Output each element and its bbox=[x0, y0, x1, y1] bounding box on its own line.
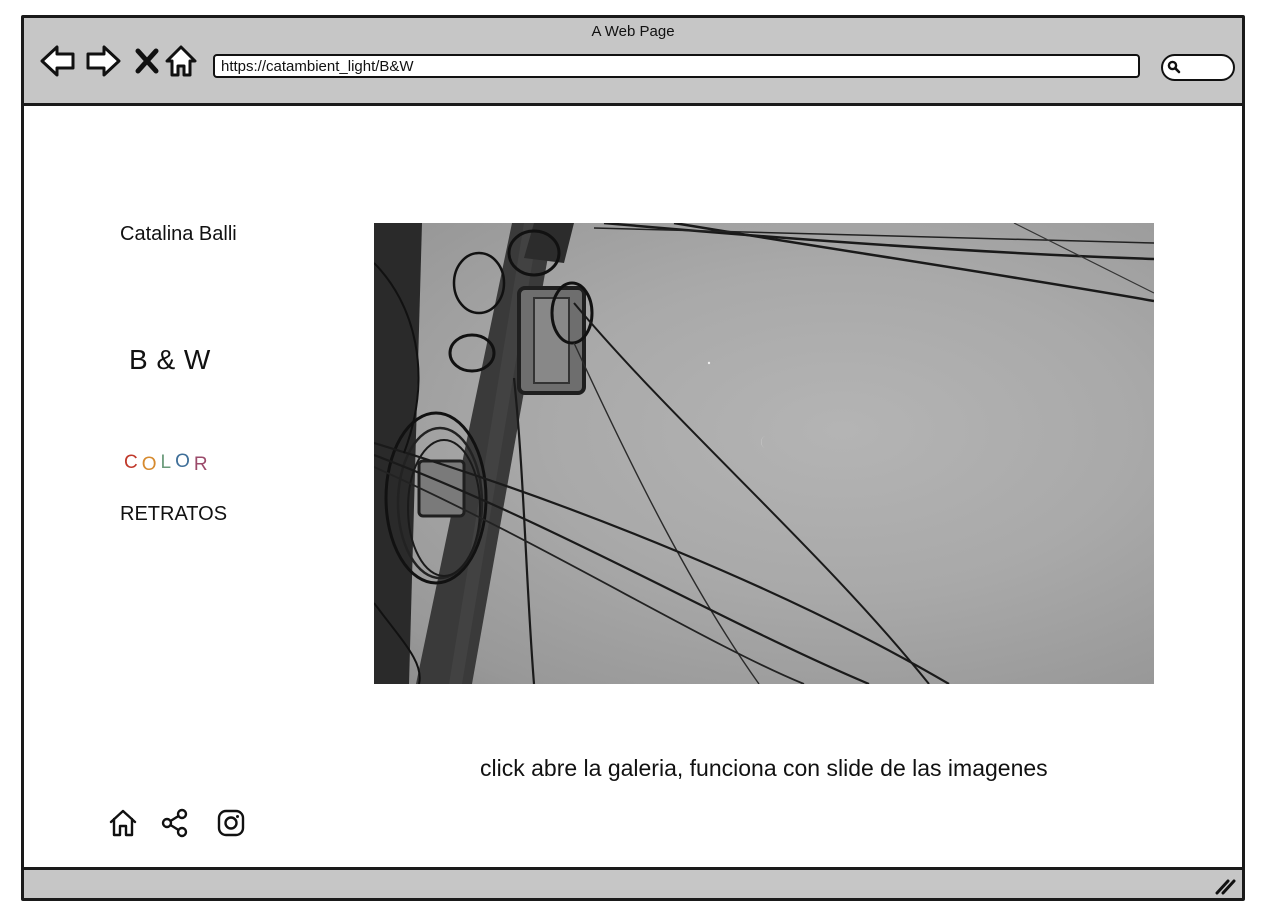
gallery-photo[interactable] bbox=[374, 223, 1154, 684]
color-letter: R bbox=[193, 454, 212, 475]
footer-instagram-link[interactable] bbox=[214, 806, 248, 840]
footer-share-link[interactable] bbox=[158, 806, 192, 840]
share-icon bbox=[161, 808, 188, 838]
instagram-icon bbox=[217, 809, 245, 837]
stop-button[interactable] bbox=[128, 42, 166, 80]
browser-titlebar: A Web Page bbox=[24, 18, 1242, 106]
home-button[interactable] bbox=[162, 42, 200, 80]
nav-link-color[interactable]: COLOR bbox=[124, 451, 212, 475]
browser-window: A Web Page https://catambient_light/B&W … bbox=[21, 15, 1245, 901]
home-icon bbox=[109, 809, 137, 837]
nav-link-bw[interactable]: B & W bbox=[129, 344, 211, 376]
home-icon bbox=[165, 45, 197, 77]
author-name: Catalina Balli bbox=[120, 223, 237, 245]
color-letter: O bbox=[175, 451, 194, 472]
window-title: A Web Page bbox=[591, 23, 675, 40]
gallery-caption: click abre la galeria, funciona con slid… bbox=[480, 755, 1048, 781]
browser-statusbar bbox=[24, 867, 1242, 898]
forward-arrow-icon bbox=[86, 45, 121, 77]
color-letter: O bbox=[141, 454, 161, 475]
close-icon bbox=[135, 48, 159, 74]
photo-power-pole-bw bbox=[374, 223, 1154, 684]
search-icon bbox=[1167, 60, 1181, 74]
back-arrow-icon bbox=[40, 45, 75, 77]
url-input[interactable] bbox=[213, 54, 1140, 78]
color-letter: C bbox=[124, 452, 142, 473]
nav-link-retratos[interactable]: RETRATOS bbox=[120, 503, 227, 526]
color-letter: L bbox=[160, 452, 176, 473]
browser-search-button[interactable] bbox=[1161, 54, 1235, 81]
resize-grip-icon[interactable] bbox=[1214, 877, 1236, 895]
footer-home-link[interactable] bbox=[106, 806, 140, 840]
forward-button[interactable] bbox=[84, 42, 122, 80]
back-button[interactable] bbox=[39, 42, 77, 80]
page-content: Catalina Balli B & W COLOR RETRATOS clic… bbox=[24, 106, 1242, 870]
